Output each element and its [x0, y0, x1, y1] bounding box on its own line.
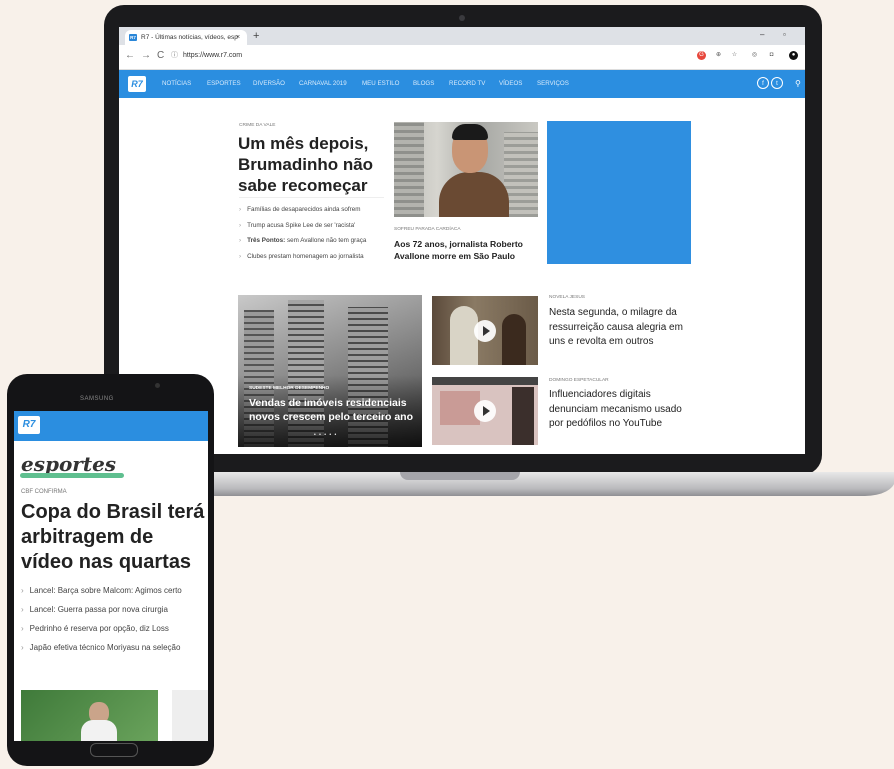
search-icon[interactable]: ⚲: [795, 79, 801, 88]
phone-bullet-4[interactable]: Japão efetiva técnico Moriyasu na seleçã…: [21, 643, 181, 652]
url-text: https://www.r7.com: [183, 52, 243, 59]
bookmark-star-icon[interactable]: ☆: [730, 51, 739, 60]
story5-kicker: DOMINGO ESPETACULAR: [549, 378, 609, 383]
info-icon: ⓘ: [171, 52, 178, 59]
reload-icon[interactable]: C: [157, 50, 164, 61]
story4-kicker: NOVELA JESUS: [549, 295, 585, 300]
section-underline: [20, 473, 124, 478]
ad-banner[interactable]: [547, 121, 691, 264]
main-bullet-2[interactable]: Trump acusa Spike Lee de ser 'racista': [239, 222, 355, 229]
forward-icon[interactable]: →: [141, 50, 151, 61]
new-tab-icon[interactable]: +: [253, 30, 259, 42]
laptop-notch: [400, 472, 520, 480]
main-bullet-1[interactable]: Famílias de desaparecidos ainda sofrem: [239, 206, 360, 213]
youtube-video-thumb[interactable]: [432, 377, 538, 445]
phone-bullet-1[interactable]: Lancel: Barça sobre Malcom: Agimos certo: [21, 586, 182, 595]
r7-logo[interactable]: R7: [128, 76, 146, 92]
tab-title: R7 - Últimas notícias, vídeos, esp: [141, 34, 238, 41]
divider: [239, 197, 384, 198]
phone-screen: R7 esportes CBF CONFIRMA Copa do Brasil …: [14, 411, 208, 741]
laptop-camera: [459, 15, 465, 21]
laptop-screen: R7 R7 - Últimas notícias, vídeos, esp × …: [119, 27, 805, 454]
address-bar[interactable]: ⓘ https://www.r7.com: [171, 49, 691, 63]
browser-tab[interactable]: R7 R7 - Últimas notícias, vídeos, esp ×: [125, 30, 247, 45]
main-bullet-3[interactable]: Três Pontos: sem Avallone não tem graça: [239, 237, 366, 244]
main-bullet-4[interactable]: Clubes prestam homenagem ao jornalista: [239, 253, 364, 260]
nav-esportes[interactable]: ESPORTES: [207, 80, 241, 87]
site-navigation: R7 NOTÍCIAS ESPORTES DIVERSÃO CARNAVAL 2…: [119, 70, 805, 98]
extension-icon[interactable]: G: [697, 51, 706, 60]
twitter-icon[interactable]: t: [771, 77, 783, 89]
story3-headline[interactable]: Vendas de imóveis residenciais novos cre…: [249, 396, 419, 424]
story2-kicker: SOFREU PARADA CARDÍACA: [394, 227, 461, 232]
phone-bullet-2[interactable]: Lancel: Guerra passa por nova cirurgia: [21, 605, 168, 614]
play-icon[interactable]: [474, 400, 496, 422]
carousel-dots[interactable]: • • • • •: [314, 432, 337, 438]
football-photo[interactable]: [21, 690, 158, 741]
browser-toolbar: ← → C ⓘ https://www.r7.com G ⊕ ☆ ◎ ◘ ●: [119, 45, 805, 70]
phone-header: R7: [14, 411, 208, 441]
profile-avatar[interactable]: ●: [789, 51, 798, 60]
r7-favicon-icon: R7: [129, 34, 137, 41]
next-card-peek[interactable]: [172, 690, 208, 741]
nav-noticias[interactable]: NOTÍCIAS: [162, 80, 191, 87]
phone-headline[interactable]: Copa do Brasil terá arbitragem de vídeo …: [21, 500, 207, 575]
story2-headline[interactable]: Aos 72 anos, jornalista Roberto Avallone…: [394, 238, 534, 262]
avallone-photo[interactable]: [394, 122, 538, 217]
close-tab-icon[interactable]: ×: [236, 30, 240, 45]
phone-camera: [155, 383, 160, 388]
nav-blogs[interactable]: BLOGS: [413, 80, 434, 87]
maximize-icon[interactable]: ▫: [783, 30, 786, 39]
main-headline[interactable]: Um mês depois, Brumadinho não sabe recom…: [238, 133, 388, 196]
minimize-icon[interactable]: –: [760, 30, 764, 39]
play-icon[interactable]: [474, 320, 496, 342]
nav-videos[interactable]: VÍDEOS: [499, 80, 522, 87]
nav-carnaval[interactable]: CARNAVAL 2019: [299, 80, 347, 87]
camera-icon[interactable]: ◘: [767, 51, 776, 60]
r7-logo[interactable]: R7: [18, 416, 40, 434]
story4-headline[interactable]: Nesta segunda, o milagre da ressurreição…: [549, 306, 699, 350]
nav-servicos[interactable]: SERVIÇOS: [537, 80, 569, 87]
nav-diversao[interactable]: DIVERSÃO: [253, 80, 285, 87]
extension-icon-2[interactable]: ◎: [750, 51, 759, 60]
back-icon[interactable]: ←: [125, 50, 135, 61]
jesus-video-thumb[interactable]: [432, 296, 538, 365]
nav-record-tv[interactable]: RECORD TV: [449, 80, 485, 87]
story5-headline[interactable]: Influenciadores digitais denunciam mecan…: [549, 388, 699, 432]
main-kicker: CRIME DA VALE: [239, 123, 276, 128]
story3-kicker: SUDESTE MELHOR DESEMPENHO: [249, 386, 330, 391]
zoom-icon[interactable]: ⊕: [714, 51, 723, 60]
phone-kicker: CBF CONFIRMA: [21, 489, 67, 495]
browser-tab-bar: R7 R7 - Últimas notícias, vídeos, esp × …: [119, 27, 805, 45]
phone-bullet-3[interactable]: Pedrinho é reserva por opção, diz Loss: [21, 624, 169, 633]
phone-brand: SAMSUNG: [80, 396, 114, 402]
facebook-icon[interactable]: f: [757, 77, 769, 89]
phone-home-button[interactable]: [90, 743, 138, 757]
buildings-photo[interactable]: SUDESTE MELHOR DESEMPENHO Vendas de imóv…: [238, 295, 422, 447]
nav-meu-estilo[interactable]: MEU ESTILO: [362, 80, 399, 87]
